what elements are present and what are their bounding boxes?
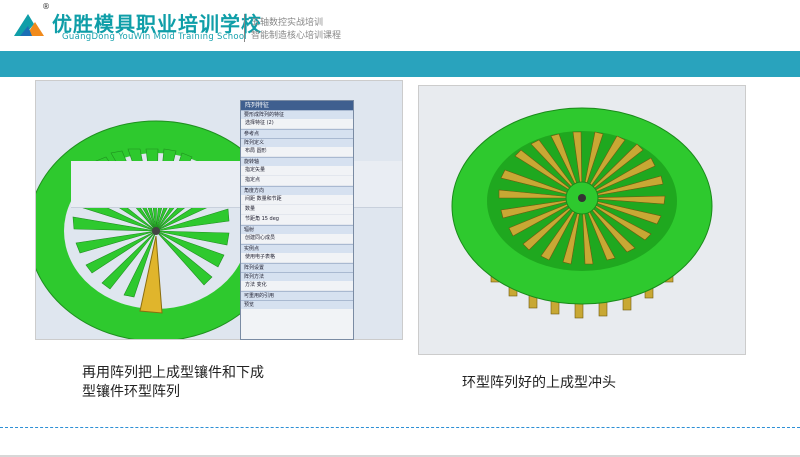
dialog-row[interactable]: 使用电子表格: [241, 253, 353, 263]
right-caption: 环型阵列好的上成型冲头: [462, 375, 616, 391]
footer-dashed-line: [0, 427, 800, 428]
dialog-row[interactable]: 创建同心成员: [241, 234, 353, 244]
school-name-english: GuangDong YouWin Mold Training School: [62, 32, 248, 42]
dialog-section[interactable]: 预览: [241, 300, 353, 309]
dialog-section[interactable]: 角度方向: [241, 186, 353, 195]
dialog-section[interactable]: 旋转轴: [241, 157, 353, 166]
registered-mark: ®: [42, 2, 50, 11]
left-caption-line-1: 再用阵列把上成型镶件和下成: [82, 365, 264, 381]
slogan-line-2: 智能制造核心培训课程: [251, 31, 342, 41]
pattern-result-view: [419, 86, 745, 354]
header-divider: [244, 14, 245, 42]
dialog-row[interactable]: 方法 变化: [241, 281, 353, 291]
dialog-row[interactable]: 布局 圆形: [241, 147, 353, 157]
dialog-title: 阵列特征: [241, 101, 353, 110]
dialog-section[interactable]: 可重用的引用: [241, 291, 353, 300]
cad-screenshot-right: [418, 85, 746, 355]
school-logo-icon: [14, 14, 44, 36]
accent-band: [0, 51, 800, 77]
dialog-row[interactable]: 选择特征 (2): [241, 119, 353, 129]
dialog-row[interactable]: 指定点: [241, 176, 353, 186]
dialog-row[interactable]: 节距角 15 deg: [241, 215, 353, 225]
header: ® 优胜模具职业培训学校 GuangDong YouWin Mold Train…: [0, 0, 800, 50]
dialog-row[interactable]: 间距 数量和节距: [241, 195, 353, 205]
dialog-section[interactable]: 阵列方法: [241, 272, 353, 281]
dialog-section[interactable]: 阵列设置: [241, 263, 353, 272]
dialog-row[interactable]: 数量: [241, 205, 353, 215]
dialog-row[interactable]: 指定矢量: [241, 166, 353, 176]
dialog-section[interactable]: 实例点: [241, 244, 353, 253]
dialog-section[interactable]: 阵列定义: [241, 138, 353, 147]
dialog-section[interactable]: 辐射: [241, 225, 353, 234]
dialog-section[interactable]: 参考点: [241, 129, 353, 138]
pattern-feature-dialog[interactable]: 阵列特征 要形成阵列的特征 选择特征 (2) 参考点 阵列定义 布局 圆形 旋转…: [240, 100, 354, 340]
left-caption-line-2: 型镶件环型阵列: [82, 384, 180, 400]
slogan-line-1: 五轴数控实战培训: [251, 18, 324, 28]
dialog-section[interactable]: 要形成阵列的特征: [241, 110, 353, 119]
